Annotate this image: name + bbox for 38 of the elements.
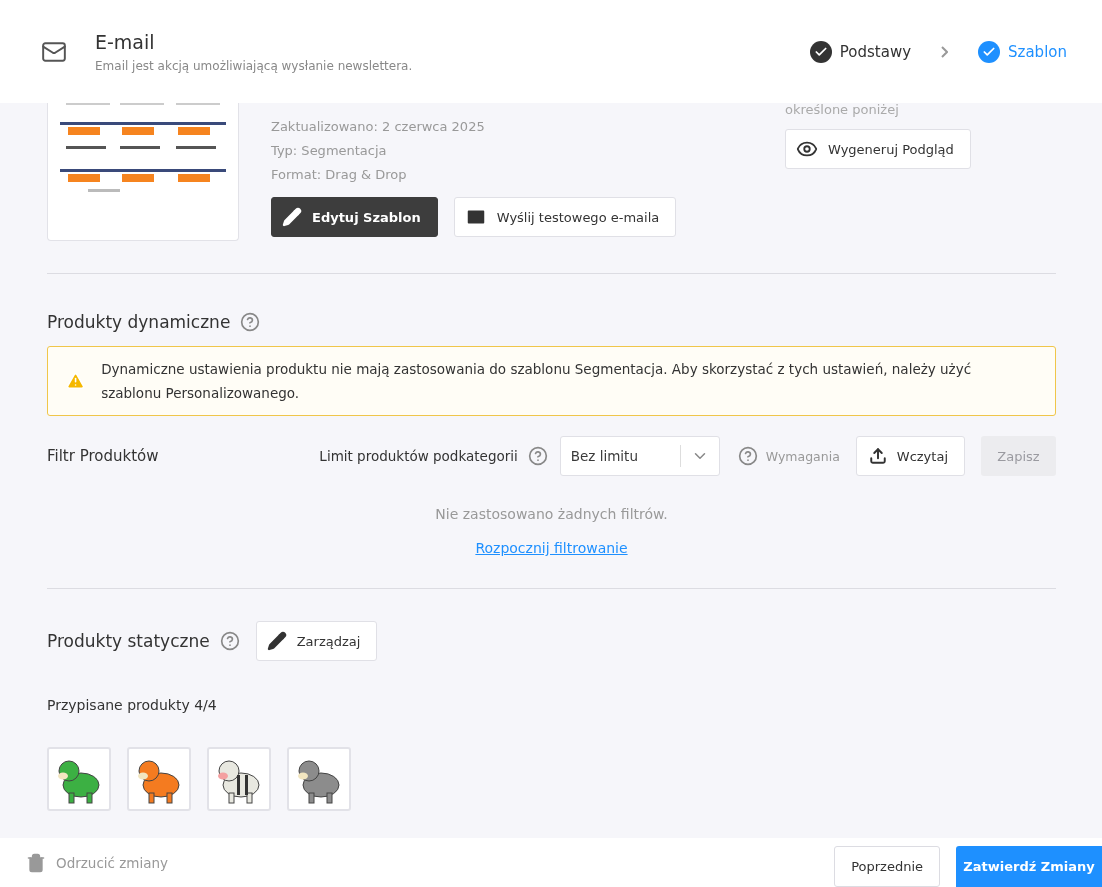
upload-button[interactable]: Wczytaj xyxy=(855,436,965,476)
product-thumbnail[interactable] xyxy=(47,747,111,811)
preview-button[interactable]: Wygeneruj Podgląd xyxy=(785,129,971,169)
check-icon xyxy=(978,40,1001,63)
alert-text: Dynamiczne ustawienia produktu nie mają zastosowania do szablonu Segmentacja. Aby skorzystać z tych ustawień, należy użyć szablonu Personalizowanego. xyxy=(101,360,973,403)
product-thumbnail[interactable] xyxy=(127,747,191,811)
edit-template-button[interactable]: Edytuj Szablon xyxy=(271,197,438,237)
filter-title: Filtr Produktów xyxy=(47,447,160,465)
pencil-icon xyxy=(282,207,302,227)
product-thumbnail[interactable] xyxy=(207,747,271,811)
template-meta: Typ: Segmentacja xyxy=(271,142,388,160)
chevron-icon xyxy=(941,45,949,58)
section-title: Produkty dynamiczne xyxy=(47,312,231,332)
help-icon[interactable] xyxy=(219,631,240,651)
limit-label: Limit produktów podkategorii xyxy=(319,448,518,464)
send-test-button[interactable]: Wyślij testowego e-maila xyxy=(453,197,677,237)
product-thumbnail[interactable] xyxy=(287,747,351,811)
pencil-icon xyxy=(266,631,287,651)
warning-icon xyxy=(66,370,86,392)
empty-message: Nie zastosowano żadnych filtrów. xyxy=(435,506,668,522)
limit-select[interactable]: Bez limitu xyxy=(559,436,720,476)
requirements-text: Wymagania xyxy=(765,448,840,464)
help-icon[interactable] xyxy=(737,446,758,466)
help-icon[interactable] xyxy=(527,446,548,466)
upload-icon xyxy=(868,447,887,465)
previous-button[interactable]: Poprzednie xyxy=(834,846,940,887)
assigned-count: Przypisane produkty 4/4 xyxy=(47,697,218,713)
page-title: E-mail xyxy=(95,30,156,53)
page-subtitle: Email jest akcją umożliwiającą wysłanie newslettera. xyxy=(95,58,414,73)
manage-button[interactable]: Zarządzaj xyxy=(255,621,378,661)
template-meta: Zaktualizowano: 2 czerwca 2025 xyxy=(271,118,486,136)
preview-note: określone poniżej xyxy=(785,103,900,117)
check-icon xyxy=(809,40,832,63)
template-meta: Format: Drag & Drop xyxy=(271,166,408,184)
wizard-step[interactable]: Podstawy xyxy=(809,40,912,63)
help-icon[interactable] xyxy=(240,312,261,332)
trash-icon xyxy=(26,852,46,873)
section-title: Produkty statyczne xyxy=(47,631,210,651)
